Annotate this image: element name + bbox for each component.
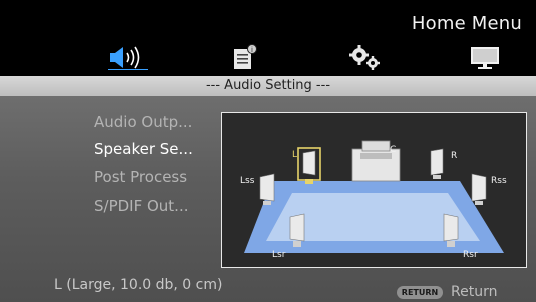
speaker-label-r: R [451,151,458,161]
speaker-label-l: L [292,150,298,160]
speaker-r-icon [430,148,444,179]
menu-item-post-process[interactable]: Post Process [94,168,187,186]
menu-item-spdif-output[interactable]: S/PDIF Out... [94,197,189,215]
speaker-layout-diagram [221,112,527,268]
speaker-label-c: C [390,145,397,155]
svg-text:i: i [251,46,253,54]
return-label[interactable]: Return [451,284,497,300]
speaker-label-rsr: Rsr [463,250,478,260]
speaker-sound-icon[interactable] [108,44,148,70]
document-info-icon[interactable]: i [231,44,259,70]
section-title: --- Audio Setting --- [205,78,331,93]
speaker-rss-icon [471,173,487,205]
gears-icon[interactable] [347,44,385,70]
menu-item-speaker-setting[interactable]: Speaker Se... [94,140,193,158]
menu-item-audio-output[interactable]: Audio Outp... [94,113,192,131]
speaker-label-rss: Rss [491,176,507,186]
speaker-status-text: L (Large, 10.0 db, 0 cm) [54,277,223,293]
page-title: Home Menu [411,13,522,34]
home-menu-screen: Home Menu i --- Audio Setting --- Audio … [0,0,536,302]
return-key-badge[interactable]: RETURN [397,286,443,299]
speaker-l-icon [297,147,321,184]
speaker-label-lsr: Lsr [272,250,286,260]
monitor-icon[interactable] [470,44,500,70]
speaker-label-lss: Lss [240,176,255,186]
top-bar: Home Menu i [0,0,536,76]
